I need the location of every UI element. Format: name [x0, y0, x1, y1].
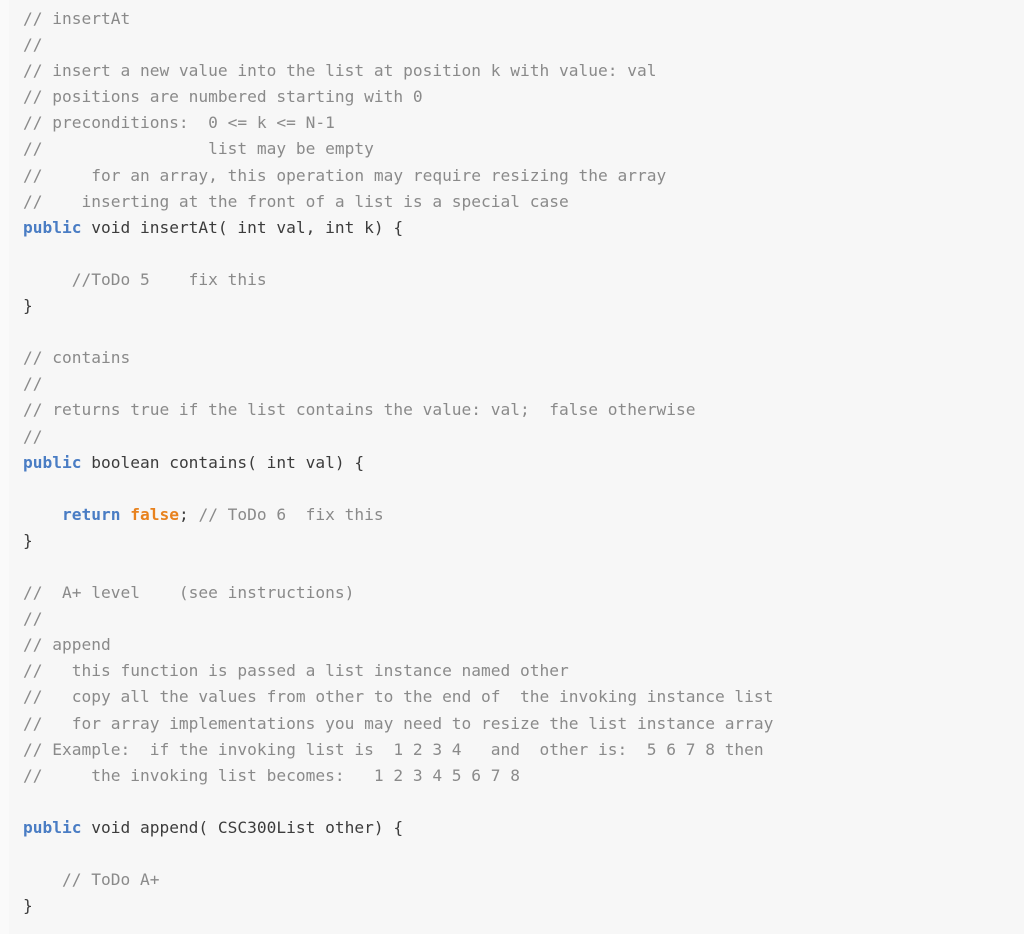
code-line: // inserting at the front of a list is a… [23, 189, 1024, 215]
code-line: // insert a new value into the list at p… [23, 58, 1024, 84]
code-comment-token: // preconditions: 0 <= k <= N-1 [23, 113, 335, 133]
code-line: //ToDo 5 fix this [23, 267, 1024, 293]
code-comment-token: // insertAt [23, 9, 131, 28]
code-keyword-token: return [61, 504, 121, 524]
code-line: // A+ level (see instructions) [23, 580, 1024, 606]
code-keyword-token: public [23, 817, 82, 837]
code-plain-token: } [23, 896, 33, 916]
code-comment-token: // contains [23, 348, 131, 368]
code-line: } [23, 893, 1024, 919]
code-line: // list may be empty [23, 136, 1024, 162]
code-comment-token: // inserting at the front of a list is a… [23, 191, 569, 211]
code-comment-token: //ToDo 5 fix this [23, 269, 267, 289]
code-text-area[interactable]: // insertAt // // insert a new value into … [23, 6, 1024, 919]
code-comment-token: // positions are numbered starting with … [23, 87, 423, 107]
code-line: // insertAt [23, 6, 1024, 32]
code-line: // Example: if the invoking list is 1 2 … [23, 737, 1024, 763]
code-line: // preconditions: 0 <= k <= N-1 [23, 110, 1024, 136]
code-comment-token: // Example: if the invoking list is 1 2 … [23, 739, 764, 759]
code-comment-token: // for an array, this operation may requ… [23, 165, 667, 185]
code-line: return false; // ToDo 6 fix this [23, 502, 1024, 528]
code-line: // for an array, this operation may requ… [23, 163, 1024, 189]
code-comment-token: // for array implementations you may nee… [23, 713, 774, 733]
code-comment-token: // the invoking list becomes: 1 2 3 4 5 … [23, 765, 521, 785]
code-comment-token: // [23, 35, 43, 55]
code-comment-token: // [23, 609, 43, 629]
code-plain-token: void append( CSC300List other) { [81, 817, 404, 837]
code-literal-token: false [130, 504, 179, 524]
code-line: // append [23, 632, 1024, 658]
code-comment-token: // returns true if the list contains the… [23, 400, 696, 420]
code-plain-token: boolean contains( int val) { [81, 452, 365, 472]
code-comment-token: // this function is passed a list instan… [23, 661, 569, 681]
code-line: public void insertAt( int val, int k) { [23, 215, 1024, 241]
code-plain-token [23, 505, 62, 524]
code-listing: // insertAt // // insert a new value into … [0, 0, 1024, 934]
code-comment-token: // ToDo A+ [23, 870, 160, 890]
code-line: } [23, 293, 1024, 319]
code-line: // [23, 424, 1024, 450]
editor-gutter [0, 0, 9, 934]
code-line: // positions are numbered starting with … [23, 84, 1024, 110]
code-line: // [23, 606, 1024, 632]
code-line: // the invoking list becomes: 1 2 3 4 5 … [23, 763, 1024, 789]
code-comment-token: // copy all the values from other to the… [23, 687, 774, 707]
code-comment-token: // [23, 426, 43, 446]
code-plain-token: } [23, 530, 33, 550]
code-line: // ToDo A+ [23, 867, 1024, 893]
code-plain-token: void insertAt( int val, int k) { [81, 217, 404, 237]
code-line: public boolean contains( int val) { [23, 450, 1024, 476]
code-line: // [23, 32, 1024, 58]
code-plain-token: ; [178, 504, 189, 524]
code-comment-token: // list may be empty [23, 139, 374, 159]
code-plain-token: } [23, 296, 33, 316]
code-line: // [23, 371, 1024, 397]
code-plain-token [120, 505, 130, 524]
code-line: // this function is passed a list instan… [23, 658, 1024, 684]
code-comment-token: // [23, 374, 43, 394]
code-comment-token: // A+ level (see instructions) [23, 583, 355, 603]
code-line: } [23, 528, 1024, 554]
code-comment-token: // append [23, 635, 111, 655]
code-line: // contains [23, 345, 1024, 371]
code-line: public void append( CSC300List other) { [23, 815, 1024, 841]
code-line: // copy all the values from other to the… [23, 684, 1024, 710]
code-keyword-token: public [23, 217, 82, 237]
code-comment-token: // insert a new value into the list at p… [23, 61, 657, 81]
code-line: // returns true if the list contains the… [23, 397, 1024, 423]
code-line: // for array implementations you may nee… [23, 711, 1024, 737]
code-keyword-token: public [23, 452, 82, 472]
code-comment-token: // ToDo 6 fix this [188, 504, 384, 524]
